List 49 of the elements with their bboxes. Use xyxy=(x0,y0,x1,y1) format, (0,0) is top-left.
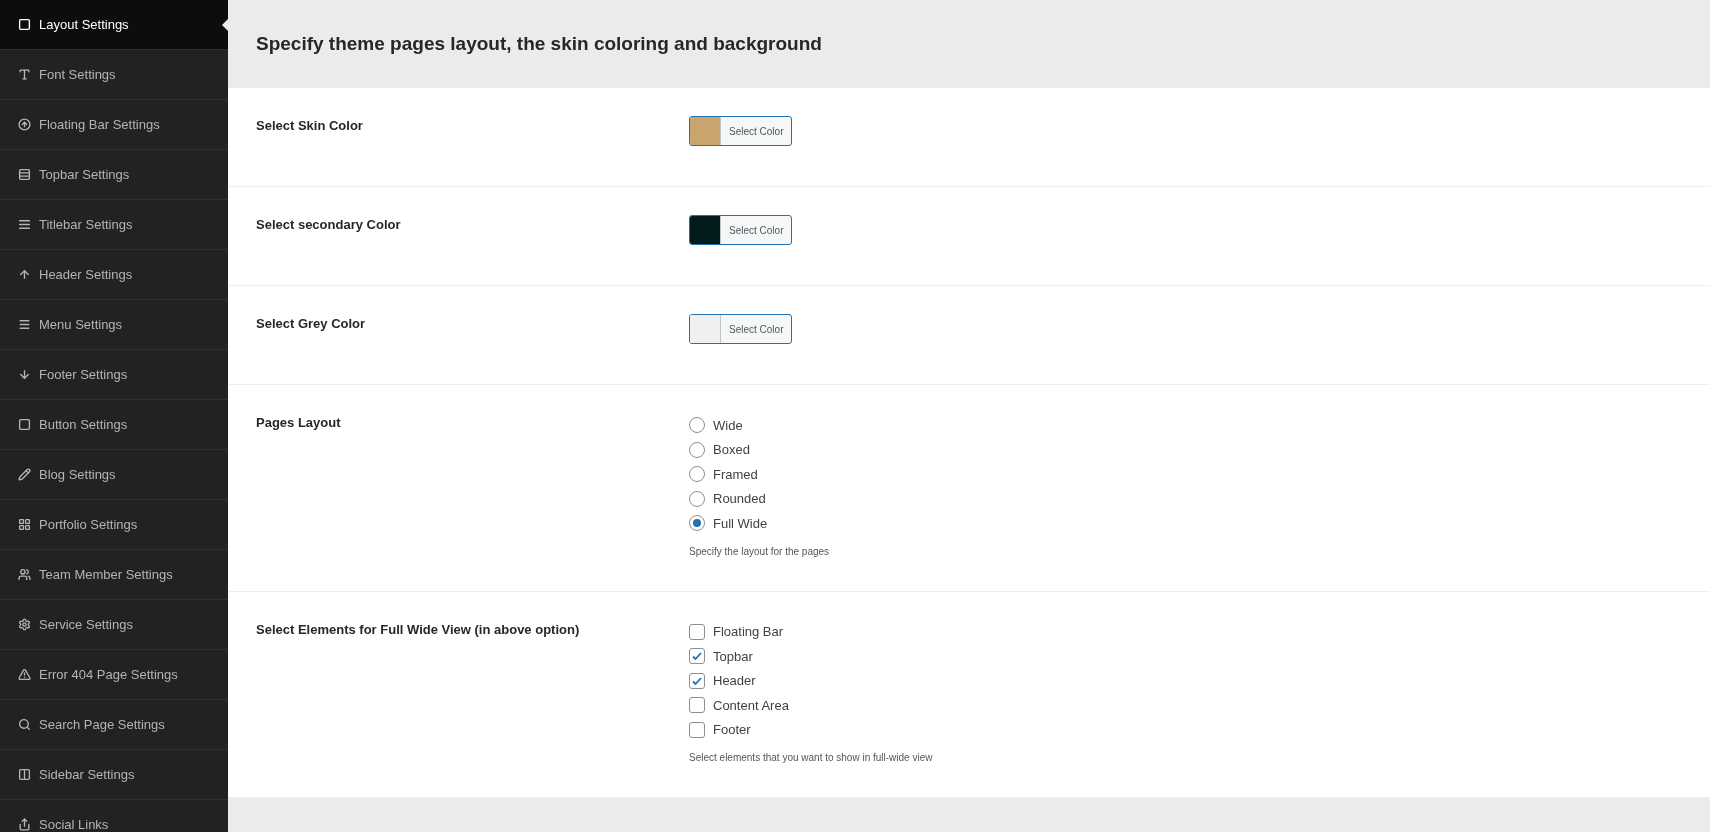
setting-label: Pages Layout xyxy=(256,414,342,432)
radio-button[interactable] xyxy=(689,466,705,483)
columns-icon xyxy=(18,768,31,781)
setting-description: Select elements that you want to show in full-wide view xyxy=(689,751,933,765)
setting-label: Select Skin Color xyxy=(256,117,364,135)
radio-button[interactable] xyxy=(689,515,705,532)
square-icon xyxy=(18,418,31,431)
checkbox[interactable] xyxy=(689,623,705,640)
option-label: Topbar xyxy=(713,647,753,666)
arrow-down-icon xyxy=(18,368,31,381)
option-label: Content Area xyxy=(713,696,789,715)
rows-icon xyxy=(18,168,31,181)
option-label: Rounded xyxy=(713,490,766,508)
checkbox[interactable] xyxy=(689,721,705,738)
radio-button[interactable] xyxy=(689,417,705,434)
arrow-up-icon xyxy=(18,268,31,281)
setting-label: Select Grey Color xyxy=(256,315,367,333)
search-icon xyxy=(18,718,31,731)
checkbox[interactable] xyxy=(689,672,705,689)
lines-icon xyxy=(18,218,31,231)
square-icon xyxy=(18,18,31,31)
pencil-icon xyxy=(18,468,31,481)
menu-icon xyxy=(18,318,31,331)
setting-label: Select secondary Color xyxy=(256,216,402,234)
page-title: Specify theme pages layout, the skin coloring and background xyxy=(256,31,822,56)
setting-description: Specify the layout for the pages xyxy=(689,544,830,559)
sidebar-item[interactable]: Layout Settings xyxy=(0,0,228,50)
text-icon xyxy=(18,68,31,81)
color-picker-button[interactable]: Select Color xyxy=(689,314,793,344)
users-icon xyxy=(18,568,31,581)
settings-icon xyxy=(18,618,31,631)
radio-button[interactable] xyxy=(689,441,705,458)
grid-icon xyxy=(18,518,31,531)
checkbox[interactable] xyxy=(689,697,705,714)
option-label: Header xyxy=(713,672,756,690)
option-label: Full Wide xyxy=(713,514,768,533)
checkbox[interactable] xyxy=(689,648,705,665)
color-picker-button[interactable]: Select Color xyxy=(689,215,793,245)
warning-icon xyxy=(18,668,31,681)
share-icon xyxy=(18,818,31,831)
option-label: Footer xyxy=(713,721,751,739)
color-picker-button[interactable]: Select Color xyxy=(689,116,793,146)
option-label: Framed xyxy=(713,465,758,484)
option-label: Wide xyxy=(713,416,743,435)
option-label: Floating Bar xyxy=(713,623,784,641)
option-label: Boxed xyxy=(713,441,750,459)
setting-label: Select Elements for Full Wide View (in above option) xyxy=(256,620,581,639)
radio-button[interactable] xyxy=(689,490,705,507)
sidebar-item[interactable]: Social Links xyxy=(0,800,228,832)
